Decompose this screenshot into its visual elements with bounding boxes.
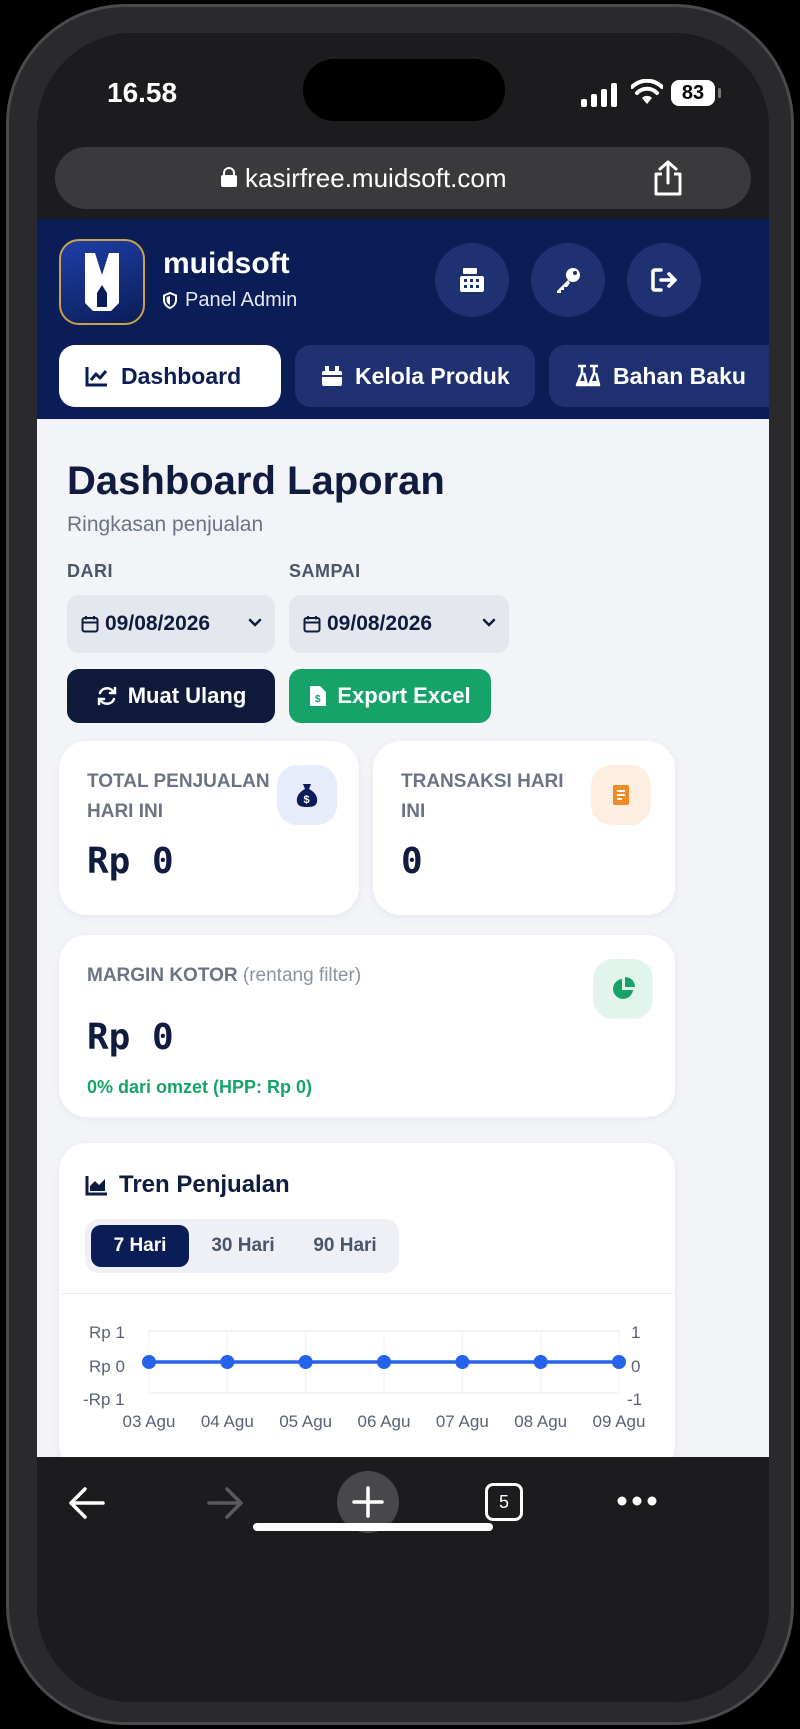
data-point <box>455 1355 470 1369</box>
status-bar: 16.58 83 <box>37 33 769 143</box>
wifi-icon <box>631 79 663 104</box>
data-point <box>377 1355 391 1369</box>
phone-bezel: 16.58 83 kasirfree.muidsoft.com muidsoft… <box>37 33 769 1702</box>
from-label: DARI <box>67 561 113 581</box>
reload-button[interactable]: Muat Ulang <box>67 669 275 723</box>
chart-line-icon <box>85 367 108 387</box>
data-point <box>612 1355 626 1369</box>
brand-logo <box>59 239 145 325</box>
back-arrow-icon[interactable] <box>67 1485 107 1521</box>
battery-icon: 83 <box>671 80 721 106</box>
excel-file-icon: $ <box>310 686 327 706</box>
logout-button[interactable] <box>627 243 701 317</box>
sales-trend-chart: 03 Agu 04 Agu 05 Agu 06 Agu 07 Agu 08 Agu 09 A… <box>123 1330 646 1431</box>
total-sales-value: Rp 0 <box>87 841 174 882</box>
export-excel-button[interactable]: $ Export Excel <box>289 669 491 723</box>
lock-icon <box>221 167 237 187</box>
refresh-icon <box>97 686 116 706</box>
forward-arrow-icon[interactable] <box>205 1485 245 1521</box>
to-label: SAMPAI <box>289 561 361 581</box>
tab-bahan-baku[interactable]: Bahan Baku <box>549 345 769 407</box>
tab-kelola-produk-label: Kelola Produk <box>355 362 510 389</box>
phone-frame: 16.58 83 kasirfree.muidsoft.com muidsoft… <box>6 4 794 1725</box>
total-sales-label: TOTAL PENJUALAN HARI INI <box>87 771 270 822</box>
reload-label: Muat Ulang <box>127 683 247 708</box>
gross-margin-hint: (rentang filter) <box>242 965 362 986</box>
password-button[interactable] <box>531 243 605 317</box>
gross-margin-card: MARGIN KOTOR (rentang filter) Rp 0 0% da… <box>59 935 675 1117</box>
x-tick-label: 07 Agu <box>436 1412 489 1431</box>
app-header: muidsoft Panel Admin Dashboard Kelola Pr… <box>37 219 769 419</box>
page-title: Dashboard Laporan <box>67 459 445 503</box>
to-date-value: 09/08/2026 <box>327 612 433 635</box>
calendar-icon <box>81 616 99 633</box>
status-time: 16.58 <box>107 77 178 108</box>
flask-icon <box>575 364 601 387</box>
money-bag-icon: $ <box>277 765 337 825</box>
x-tick-label: 08 Agu <box>514 1412 567 1431</box>
sales-trend-card: Tren Penjualan 7 Hari 30 Hari 90 Hari Rp… <box>59 1143 675 1457</box>
svg-text:$: $ <box>304 794 310 806</box>
x-tick-label: 09 Agu <box>593 1412 646 1431</box>
tab-kelola-produk[interactable]: Kelola Produk <box>295 345 535 407</box>
chevron-down-icon <box>482 618 496 627</box>
page-subtitle: Ringkasan penjualan <box>67 513 264 536</box>
x-tick-label: 03 Agu <box>123 1412 176 1431</box>
transactions-label: TRANSAKSI HARI INI <box>401 771 564 822</box>
panel-label: Panel Admin <box>163 289 297 312</box>
tab-bahan-baku-label: Bahan Baku <box>613 362 746 389</box>
more-options-icon[interactable] <box>617 1495 657 1507</box>
gross-margin-note: 0% dari omzet (HPP: Rp 0) <box>87 1077 313 1097</box>
x-tick-label: 06 Agu <box>358 1412 411 1431</box>
from-date-field[interactable]: 09/08/2026 <box>67 595 275 653</box>
plus-icon <box>352 1486 384 1518</box>
tab-dashboard-label: Dashboard <box>121 362 242 389</box>
data-point <box>533 1355 548 1369</box>
screen: 16.58 83 kasirfree.muidsoft.com muidsoft… <box>37 33 769 1702</box>
home-indicator <box>253 1523 493 1531</box>
box-icon <box>322 366 342 386</box>
tab-dashboard[interactable]: Dashboard <box>59 345 281 407</box>
transactions-value: 0 <box>401 841 423 882</box>
admin-tabs: Dashboard Kelola Produk Bahan Baku <box>59 345 769 407</box>
url-text[interactable]: kasirfree.muidsoft.com <box>245 163 507 194</box>
browser-toolbar: 5 <box>37 1457 769 1702</box>
calendar-icon <box>303 616 321 633</box>
gross-margin-value: Rp 0 <box>87 1017 174 1058</box>
to-date-field[interactable]: 09/08/2026 <box>289 595 509 653</box>
transactions-card: TRANSAKSI HARI INI 0 <box>373 741 675 915</box>
chevron-down-icon <box>248 618 262 627</box>
logout-icon <box>651 268 677 292</box>
data-point <box>142 1355 156 1369</box>
from-date-value: 09/08/2026 <box>105 612 211 635</box>
receipt-icon <box>591 765 651 825</box>
x-tick-label: 04 Agu <box>201 1412 254 1431</box>
pie-chart-icon <box>593 959 653 1019</box>
brand-name: muidsoft <box>163 247 290 280</box>
total-sales-card: TOTAL PENJUALAN HARI INI $ Rp 0 <box>59 741 359 915</box>
svg-text:$: $ <box>315 694 321 705</box>
gross-margin-label: MARGIN KOTOR (rentang filter) <box>87 965 362 986</box>
data-point <box>220 1355 235 1369</box>
x-tick-label: 05 Agu <box>279 1412 332 1431</box>
key-icon <box>557 268 580 293</box>
cash-register-icon <box>460 268 484 292</box>
dynamic-island <box>303 59 505 121</box>
data-point <box>298 1355 313 1369</box>
panel-label-text: Panel Admin <box>185 289 298 311</box>
export-label: Export Excel <box>337 683 471 708</box>
share-icon[interactable] <box>651 159 685 197</box>
cashier-button[interactable] <box>435 243 509 317</box>
shield-icon <box>163 292 177 309</box>
web-page: muidsoft Panel Admin Dashboard Kelola Pr… <box>37 219 769 1457</box>
tabs-count-button[interactable]: 5 <box>485 1483 523 1521</box>
cellular-signal-icon <box>581 83 617 107</box>
url-bar[interactable]: kasirfree.muidsoft.com <box>55 147 751 209</box>
